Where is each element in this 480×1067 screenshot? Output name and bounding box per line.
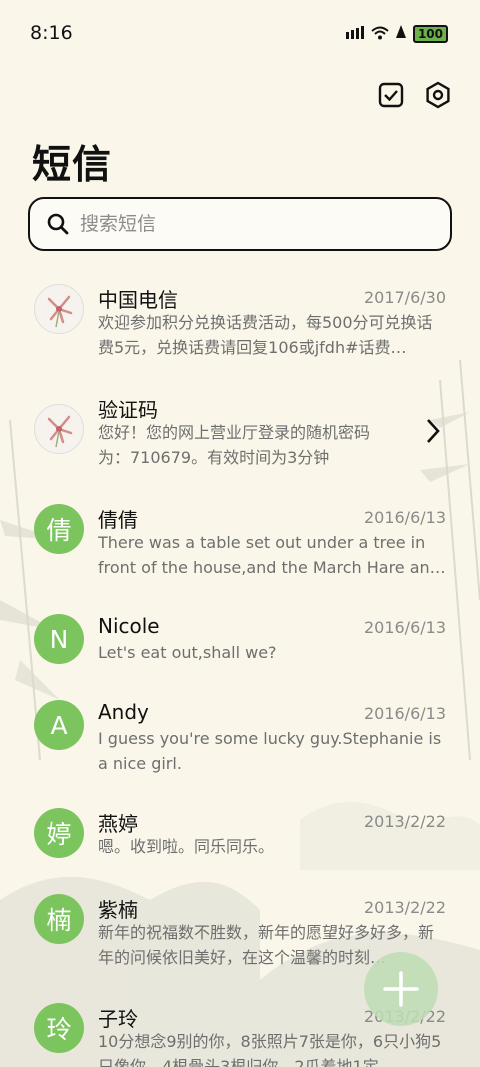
- conversation-preview: There was a table set out under a tree i…: [98, 533, 446, 577]
- avatar: 玲: [34, 1003, 84, 1053]
- conversation-name: 中国电信: [98, 288, 178, 312]
- conversation-preview: I guess you're some lucky guy.Stephanie …: [98, 729, 442, 773]
- status-bar: 8:16 100: [0, 0, 480, 68]
- conversation-date: 2016/6/13: [363, 618, 446, 637]
- conversation-name: 验证码: [98, 398, 158, 422]
- conversation-name: 子玲: [98, 1007, 138, 1031]
- avatar: 楠: [34, 894, 84, 944]
- avatar: 婷: [34, 808, 84, 858]
- conversation-item[interactable]: 倩 倩倩 2016/6/13 There was a table set out…: [0, 502, 480, 598]
- new-message-button[interactable]: [364, 952, 438, 1026]
- conversation-name: Andy: [98, 700, 149, 724]
- conversation-name: 紫楠: [98, 898, 138, 922]
- conversation-item[interactable]: N Nicole 2016/6/13 Let's eat out,shall w…: [0, 612, 480, 682]
- conversation-name: 倩倩: [98, 508, 138, 532]
- lily-flower-icon: [47, 415, 73, 448]
- avatar: N: [34, 614, 84, 664]
- conversation-date: 2016/6/13: [363, 508, 446, 527]
- conversation-date: 2017/6/30: [363, 288, 446, 307]
- plus-icon: [383, 971, 419, 1007]
- avatar: A: [34, 700, 84, 750]
- conversation-item[interactable]: 婷 燕婷 2013/2/22 嗯。收到啦。同乐同乐。: [0, 806, 480, 876]
- conversation-preview: 欢迎参加积分兑换话费活动，每500分可兑换话费5元，兑换话费请回复106或jfd…: [98, 313, 433, 357]
- search-bar[interactable]: [28, 197, 452, 251]
- battery-indicator: 100: [412, 25, 448, 43]
- multi-select-button[interactable]: [374, 78, 408, 112]
- lily-flower-icon: [47, 295, 73, 328]
- settings-button[interactable]: [421, 78, 455, 112]
- search-icon: [47, 213, 69, 235]
- search-input[interactable]: [80, 213, 400, 235]
- conversation-date: 2013/2/22: [363, 812, 446, 831]
- wifi-icon: [371, 25, 389, 44]
- alert-icon: [395, 24, 407, 44]
- conversation-name: 燕婷: [98, 812, 138, 836]
- status-time: 8:16: [30, 22, 73, 44]
- conversation-item[interactable]: A Andy 2016/6/13 I guess you're some luc…: [0, 698, 480, 794]
- conversation-name: Nicole: [98, 614, 160, 638]
- avatar: [34, 404, 84, 454]
- conversation-preview: Let's eat out,shall we?: [98, 643, 277, 662]
- nfc-icon: [345, 25, 365, 44]
- settings-hex-icon: [426, 81, 450, 109]
- conversation-preview: 嗯。收到啦。同乐同乐。: [98, 837, 275, 856]
- conversation-item[interactable]: 中国电信 2017/6/30 欢迎参加积分兑换话费活动，每500分可兑换话费5元…: [0, 282, 480, 378]
- page-title: 短信: [32, 143, 113, 188]
- checkbox-icon: [378, 82, 404, 108]
- avatar: 倩: [34, 504, 84, 554]
- status-icons: 100: [345, 24, 448, 44]
- conversation-preview: 您好！您的网上营业厅登录的随机密码为：710679。有效时间为3分钟: [98, 423, 371, 467]
- conversation-item[interactable]: 验证码 您好！您的网上营业厅登录的随机密码为：710679。有效时间为3分钟: [0, 392, 480, 488]
- conversation-preview: 10分想念9别的你，8张照片7张是你，6只小狗5只像你，4根骨头3根归你，2瓜着…: [98, 1032, 442, 1067]
- conversation-date: 2013/2/22: [363, 898, 446, 917]
- chevron-right-icon: [427, 419, 440, 443]
- avatar: [34, 284, 84, 334]
- conversation-date: 2016/6/13: [363, 704, 446, 723]
